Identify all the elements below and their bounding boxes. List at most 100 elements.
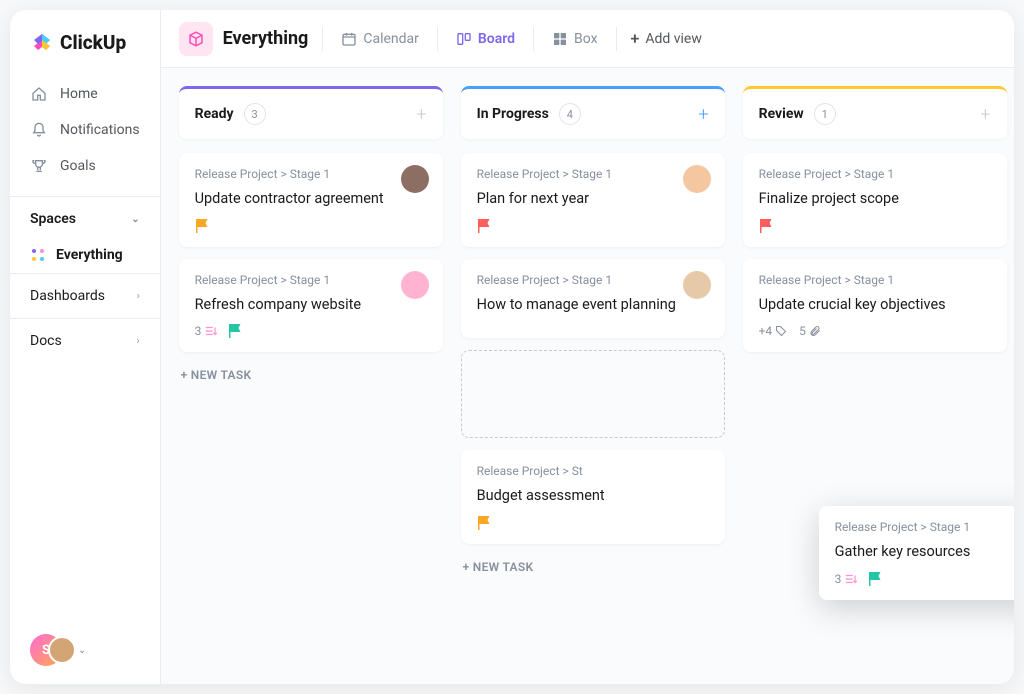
workspace-name: Everything [223, 28, 309, 49]
subtask-count: 3 [195, 324, 219, 338]
add-view-button[interactable]: + Add view [631, 29, 702, 48]
column-count: 4 [559, 103, 581, 125]
avatar-stack: S [30, 634, 74, 666]
column-header[interactable]: Ready 3 + [179, 86, 443, 139]
spaces-header[interactable]: Spaces ⌄ [10, 196, 160, 237]
logo[interactable]: ClickUp [10, 10, 160, 72]
nav-label: Goals [60, 158, 96, 174]
section-label: Dashboards [30, 288, 105, 304]
box-icon [552, 31, 568, 47]
column-title: Ready [195, 106, 234, 122]
nav-home[interactable]: Home [10, 76, 160, 112]
column-header[interactable]: In Progress 4 + [461, 86, 725, 139]
flag-icon [759, 219, 775, 233]
new-task-button[interactable]: + NEW TASK [179, 364, 443, 386]
task-card[interactable]: Release Project > St Budget assessment [461, 450, 725, 544]
card-title: How to manage event planning [477, 295, 709, 315]
task-card[interactable]: Release Project > Stage 1 How to manage … [461, 259, 725, 339]
nav-goals[interactable]: Goals [10, 148, 160, 184]
card-title: Update crucial key objectives [759, 295, 991, 315]
brand-name: ClickUp [60, 31, 126, 54]
home-icon [30, 85, 48, 103]
card-breadcrumb: Release Project > St [477, 464, 709, 478]
space-everything[interactable]: Everything [10, 237, 160, 273]
nav-notifications[interactable]: Notifications [10, 112, 160, 148]
add-card-button[interactable]: + [698, 104, 708, 125]
chevron-right-icon: › [137, 291, 140, 302]
task-card[interactable]: Release Project > Stage 1 Refresh compan… [179, 259, 443, 353]
logo-icon [30, 30, 54, 54]
card-breadcrumb: Release Project > Stage 1 [835, 520, 1014, 534]
paperclip-icon [809, 325, 821, 337]
card-title: Refresh company website [195, 295, 427, 315]
user-menu[interactable]: S ⌄ [30, 634, 86, 666]
assignee-avatar[interactable] [401, 165, 429, 193]
divider [437, 27, 438, 51]
column-in-progress: In Progress 4 + Release Project > Stage … [461, 86, 725, 666]
flag-icon [228, 324, 244, 338]
divider [533, 27, 534, 51]
column-title: Review [759, 106, 804, 122]
add-card-button[interactable]: + [980, 104, 990, 125]
view-tab-board[interactable]: Board [452, 25, 519, 53]
workspace-selector[interactable]: Everything [179, 22, 309, 56]
card-breadcrumb: Release Project > Stage 1 [759, 273, 991, 287]
assignee-avatar[interactable] [683, 165, 711, 193]
section-docs[interactable]: Docs › [10, 318, 160, 363]
card-title: Finalize project scope [759, 189, 991, 209]
attachments-count: 5 [799, 324, 821, 338]
bell-icon [30, 121, 48, 139]
tags-count: +4 [759, 324, 788, 338]
add-card-button[interactable]: + [416, 104, 426, 125]
task-card[interactable]: Release Project > Stage 1 Update contrac… [179, 153, 443, 247]
flag-icon [868, 572, 884, 586]
main-content: Everything Calendar Board Box + Add view [161, 10, 1014, 684]
view-tab-calendar[interactable]: Calendar [337, 25, 423, 53]
card-breadcrumb: Release Project > Stage 1 [759, 167, 991, 181]
card-breadcrumb: Release Project > Stage 1 [477, 273, 709, 287]
flag-icon [477, 516, 493, 530]
assignee-avatar[interactable] [401, 271, 429, 299]
new-task-button[interactable]: + NEW TASK [461, 556, 725, 578]
divider [322, 27, 323, 51]
section-dashboards[interactable]: Dashboards › [10, 273, 160, 318]
task-card[interactable]: Release Project > Stage 1 Finalize proje… [743, 153, 1007, 247]
topbar: Everything Calendar Board Box + Add view [161, 10, 1014, 68]
add-view-label: Add view [645, 31, 702, 47]
tag-icon [775, 325, 787, 337]
space-label: Everything [56, 247, 123, 263]
spaces-label: Spaces [30, 211, 76, 227]
flag-icon [195, 219, 211, 233]
column-count: 3 [244, 103, 266, 125]
card-title: Plan for next year [477, 189, 709, 209]
subtask-icon [204, 324, 218, 338]
nav-label: Notifications [60, 122, 140, 138]
dragging-card[interactable]: Release Project > Stage 1 Gather key res… [819, 506, 1014, 600]
subtask-count: 3 [835, 572, 859, 586]
column-title: In Progress [477, 106, 549, 122]
section-label: Docs [30, 333, 62, 349]
assignee-avatar[interactable] [683, 271, 711, 299]
view-label: Calendar [363, 31, 419, 47]
chevron-down-icon: ⌄ [78, 645, 86, 656]
card-breadcrumb: Release Project > Stage 1 [195, 167, 427, 181]
task-card[interactable]: Release Project > Stage 1 Update crucial… [743, 259, 1007, 353]
card-title: Budget assessment [477, 486, 709, 506]
board-icon [456, 31, 472, 47]
task-card[interactable]: Release Project > Stage 1 Plan for next … [461, 153, 725, 247]
card-title: Update contractor agreement [195, 189, 427, 209]
chevron-right-icon: › [137, 336, 140, 347]
user-avatar-photo [48, 636, 76, 664]
nav-label: Home [60, 86, 98, 102]
drop-placeholder [461, 350, 725, 438]
card-breadcrumb: Release Project > Stage 1 [477, 167, 709, 181]
trophy-icon [30, 157, 48, 175]
column-header[interactable]: Review 1 + [743, 86, 1007, 139]
plus-icon: + [631, 29, 640, 48]
column-count: 1 [814, 103, 836, 125]
view-label: Board [478, 31, 515, 47]
cube-icon [179, 22, 213, 56]
view-tab-box[interactable]: Box [548, 25, 602, 53]
card-breadcrumb: Release Project > Stage 1 [195, 273, 427, 287]
grid-icon [30, 247, 46, 263]
